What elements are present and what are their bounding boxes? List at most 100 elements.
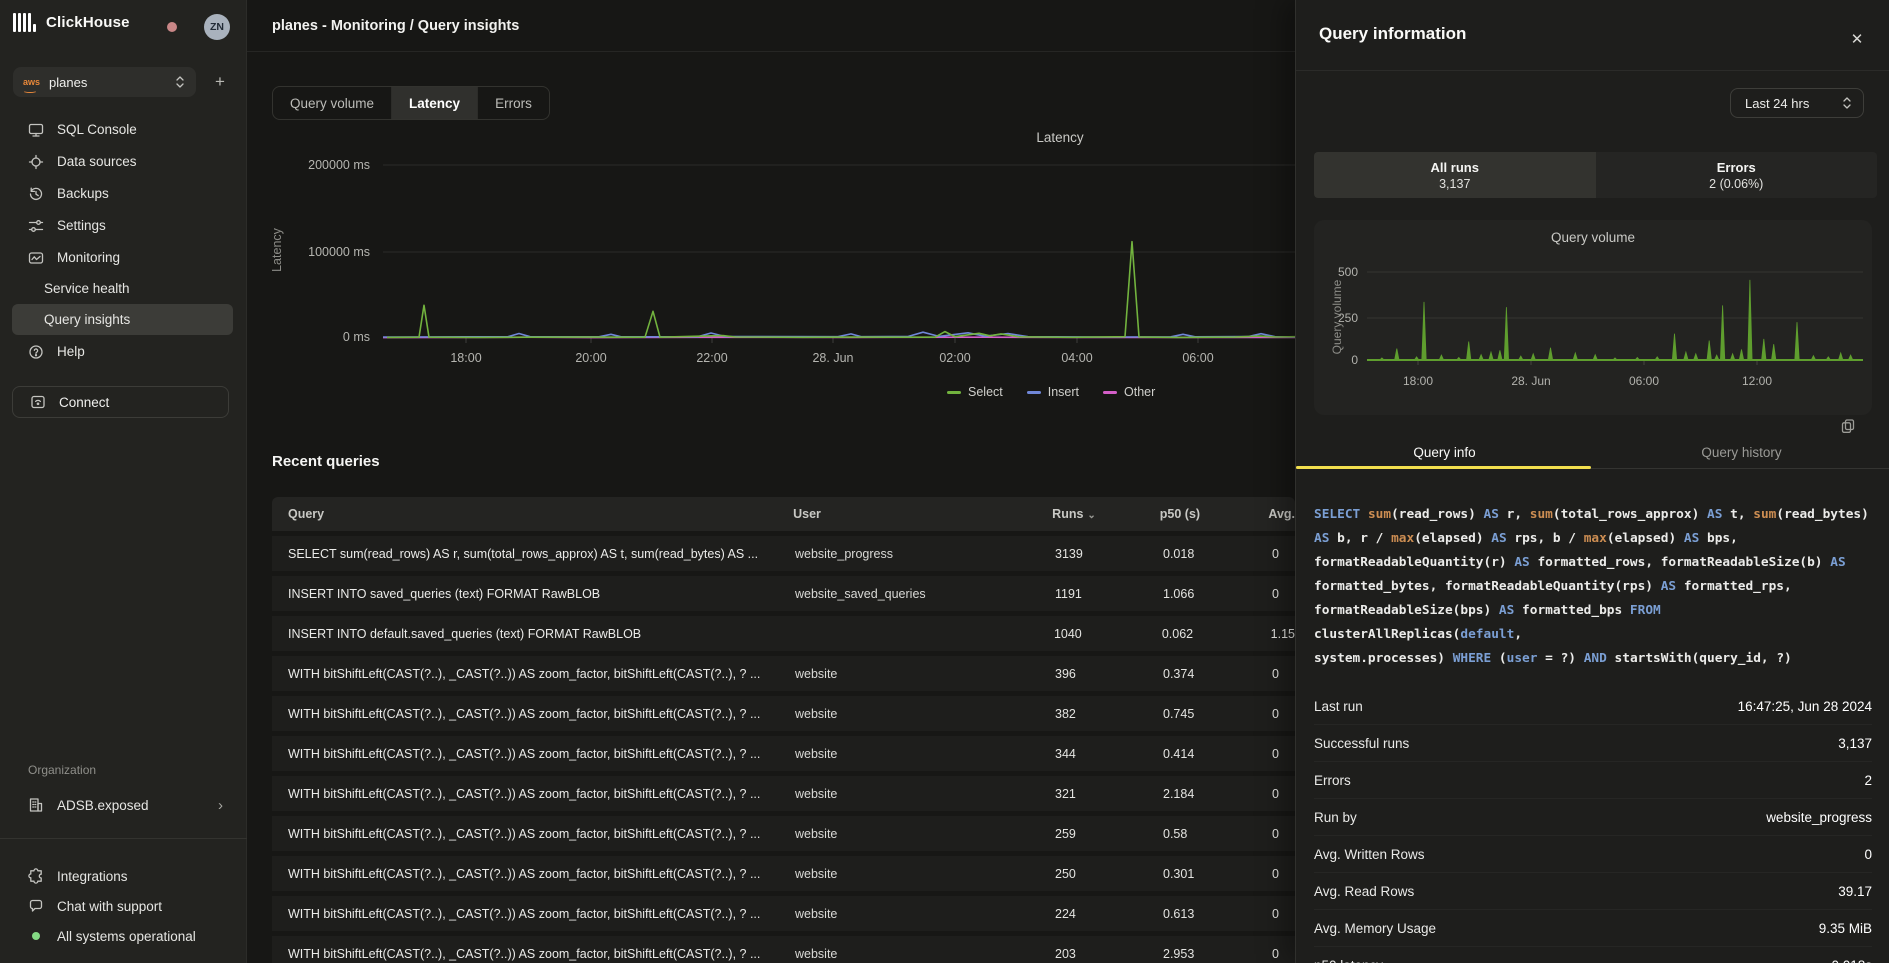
recent-queries-table: Query User Runs⌄ p50 (s) Avg. SELECT sum… <box>272 497 1295 963</box>
sidebar-item-backups[interactable]: Backups <box>12 178 233 209</box>
latency-chart[interactable] <box>383 150 1295 350</box>
legend-swatch <box>1103 391 1117 394</box>
x-tick: 22:00 <box>672 351 752 365</box>
chevron-right-icon: › <box>218 797 223 814</box>
latency-axis-label: Latency <box>270 228 284 272</box>
col-query[interactable]: Query <box>288 507 793 521</box>
legend-item-select[interactable]: Select <box>947 385 1003 399</box>
cell-runs: 382 <box>1055 707 1163 721</box>
stat-value: 16:47:25, Jun 28 2024 <box>1738 699 1872 714</box>
volume-spikes <box>1380 280 1853 360</box>
query-information-panel: Query information ✕ Last 24 hrs All runs… <box>1295 0 1889 963</box>
segment-errors[interactable]: Errors 2 (0.06%) <box>1596 152 1878 198</box>
status-ok-dot-icon <box>32 932 40 940</box>
chat-bubble-icon <box>28 898 44 914</box>
table-row[interactable]: WITH bitShiftLeft(CAST(?..), _CAST(?..))… <box>272 896 1295 931</box>
sort-chevron-icon: ⌄ <box>1087 510 1095 521</box>
tab-query-history[interactable]: Query history <box>1593 435 1889 469</box>
cell-runs: 1191 <box>1055 587 1163 601</box>
table-row[interactable]: INSERT INTO saved_queries (text) FORMAT … <box>272 576 1295 611</box>
table-row[interactable]: INSERT INTO default.saved_queries (text)… <box>272 616 1295 651</box>
segment-all-runs[interactable]: All runs 3,137 <box>1314 152 1596 198</box>
sidebar-item-settings[interactable]: Settings <box>12 210 233 241</box>
tab-query-volume[interactable]: Query volume <box>273 87 392 119</box>
cell-p50: 0.374 <box>1163 667 1272 681</box>
tab-errors[interactable]: Errors <box>478 87 549 119</box>
table-row[interactable]: WITH bitShiftLeft(CAST(?..), _CAST(?..))… <box>272 816 1295 851</box>
sql-code-block[interactable]: SELECT sum(read_rows) AS r, sum(total_ro… <box>1314 503 1872 671</box>
organization-switcher[interactable]: ADSB.exposed › <box>12 790 233 820</box>
table-row[interactable]: SELECT sum(read_rows) AS r, sum(total_ro… <box>272 536 1295 571</box>
stat-label: Run by <box>1314 810 1357 825</box>
chat-support-link[interactable]: Chat with support <box>12 891 233 921</box>
notification-dot-icon[interactable] <box>167 22 177 32</box>
tab-latency[interactable]: Latency <box>392 87 478 119</box>
cell-p50: 2.184 <box>1163 787 1272 801</box>
legend-item-other[interactable]: Other <box>1103 385 1155 399</box>
sql-line: formatReadableSize(bps) AS formatted_bps… <box>1314 599 1872 647</box>
close-icon[interactable]: ✕ <box>1844 26 1870 52</box>
x-tick: 04:00 <box>1037 351 1117 365</box>
legend-item-insert[interactable]: Insert <box>1027 385 1079 399</box>
cell-runs: 321 <box>1055 787 1163 801</box>
legend-swatch <box>947 391 961 394</box>
sidebar-item-service-health[interactable]: Service health <box>12 273 233 304</box>
table-row[interactable]: WITH bitShiftLeft(CAST(?..), _CAST(?..))… <box>272 696 1295 731</box>
stat-label: Avg. Written Rows <box>1314 847 1425 862</box>
integrations-puzzle-icon <box>28 868 44 884</box>
active-tab-underline <box>1296 466 1591 469</box>
stat-row: p50 latency0.018s <box>1314 947 1872 963</box>
stat-row: Run bywebsite_progress <box>1314 799 1872 836</box>
add-service-button[interactable]: + <box>207 67 233 97</box>
sidebar-divider <box>0 838 247 839</box>
service-selector[interactable]: aws planes <box>13 67 196 97</box>
sidebar-item-data-sources[interactable]: Data sources <box>12 146 233 177</box>
stat-value: 39.17 <box>1838 884 1872 899</box>
cell-p50: 0.613 <box>1163 907 1272 921</box>
sidebar-item-query-insights[interactable]: Query insights <box>12 304 233 335</box>
col-user[interactable]: User <box>793 507 1052 521</box>
sql-line: formatReadableQuantity(r) AS formatted_r… <box>1314 551 1872 575</box>
col-runs[interactable]: Runs⌄ <box>1052 507 1160 521</box>
query-volume-card: Query volume 500 250 0 Query volume 18:0… <box>1314 220 1872 415</box>
cell-avg: 0 <box>1272 667 1295 681</box>
integrations-link[interactable]: Integrations <box>12 861 233 891</box>
sidebar-item-help[interactable]: Help <box>12 336 233 367</box>
table-row[interactable]: WITH bitShiftLeft(CAST(?..), _CAST(?..))… <box>272 736 1295 771</box>
stat-row: Errors2 <box>1314 762 1872 799</box>
col-p50[interactable]: p50 (s) <box>1160 507 1269 521</box>
tab-query-info[interactable]: Query info <box>1296 435 1593 469</box>
cell-user: website <box>795 867 1055 881</box>
connect-icon <box>30 394 46 410</box>
table-row[interactable]: WITH bitShiftLeft(CAST(?..), _CAST(?..))… <box>272 856 1295 891</box>
backups-icon <box>28 186 44 202</box>
stat-label: p50 latency <box>1314 958 1383 963</box>
brand-title: ClickHouse <box>46 14 130 31</box>
latency-legend: Select Insert Other <box>947 385 1155 399</box>
stat-value: 9.35 MiB <box>1819 921 1872 936</box>
time-range-select[interactable]: Last 24 hrs <box>1730 88 1864 118</box>
system-status-link[interactable]: All systems operational <box>12 921 233 951</box>
sidebar-item-monitoring[interactable]: Monitoring <box>12 242 233 273</box>
connect-button[interactable]: Connect <box>12 386 229 418</box>
cell-runs: 224 <box>1055 907 1163 921</box>
cell-runs: 259 <box>1055 827 1163 841</box>
cell-avg: 0 <box>1272 587 1295 601</box>
legend-swatch <box>1027 391 1041 394</box>
legend-label: Other <box>1124 385 1155 399</box>
avatar[interactable]: ZN <box>204 14 230 40</box>
y-tick: 100000 ms <box>277 245 370 259</box>
cell-avg: 0 <box>1272 867 1295 881</box>
sidebar-item-sql-console[interactable]: SQL Console <box>12 114 233 145</box>
cell-query: WITH bitShiftLeft(CAST(?..), _CAST(?..))… <box>288 787 795 801</box>
cell-query: WITH bitShiftLeft(CAST(?..), _CAST(?..))… <box>288 667 795 681</box>
table-row[interactable]: WITH bitShiftLeft(CAST(?..), _CAST(?..))… <box>272 776 1295 811</box>
table-row[interactable]: WITH bitShiftLeft(CAST(?..), _CAST(?..))… <box>272 936 1295 963</box>
latency-chart-title: Latency <box>985 130 1135 145</box>
col-avg[interactable]: Avg. <box>1268 507 1295 521</box>
cell-p50: 0.062 <box>1162 627 1271 641</box>
stat-value: 2 <box>1864 773 1872 788</box>
table-row[interactable]: WITH bitShiftLeft(CAST(?..), _CAST(?..))… <box>272 656 1295 691</box>
copy-icon[interactable] <box>1840 418 1856 439</box>
legend-label: Select <box>968 385 1003 399</box>
